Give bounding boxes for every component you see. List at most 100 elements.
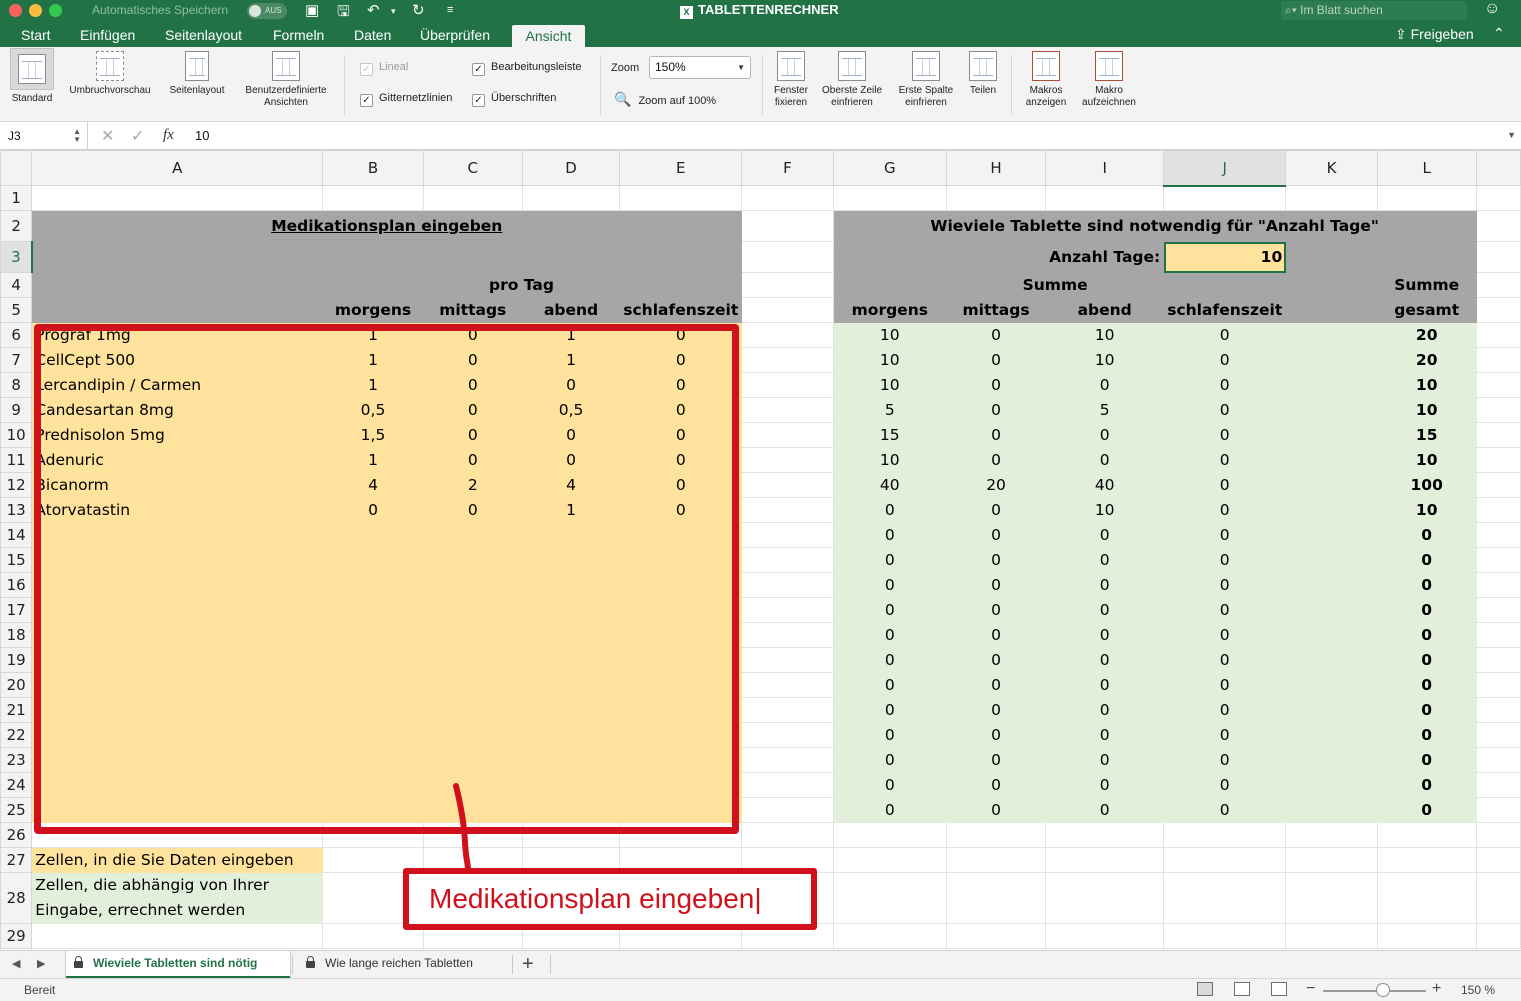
bearbeitungsleiste-checkbox[interactable]: ✓ Bearbeitungsleiste	[472, 61, 582, 76]
empty-cell[interactable]	[832, 847, 947, 873]
empty-cell[interactable]	[1045, 847, 1165, 873]
empty-cell[interactable]	[31, 923, 324, 949]
empty-cell[interactable]	[945, 185, 1047, 211]
empty-cell[interactable]	[322, 822, 424, 848]
column-header[interactable]	[1475, 150, 1521, 186]
dose-cell[interactable]: 1	[322, 447, 424, 473]
sum-cell[interactable]: 0	[1045, 747, 1165, 773]
sum-cell[interactable]: 0	[945, 322, 1047, 348]
column-label[interactable]: morgens	[832, 297, 947, 323]
sum-cell[interactable]: 0	[1163, 572, 1287, 598]
dose-cell[interactable]: 1	[322, 372, 424, 398]
empty-cell[interactable]	[1285, 372, 1378, 398]
sum-cell[interactable]: 10	[832, 447, 947, 473]
empty-cell[interactable]	[741, 397, 834, 423]
dose-cell[interactable]: 0	[619, 372, 743, 398]
sheet-tab[interactable]: Wie lange reichen Tabletten	[298, 951, 513, 978]
empty-cell[interactable]	[1285, 472, 1378, 498]
row-header[interactable]: 24	[0, 772, 33, 798]
empty-cell[interactable]	[1475, 572, 1521, 598]
column-label[interactable]: morgens	[322, 297, 424, 323]
empty-cell[interactable]	[1475, 472, 1521, 498]
next-sheet-icon[interactable]: ▶	[37, 957, 45, 970]
sum-cell[interactable]: 0	[1163, 697, 1287, 723]
dose-cell[interactable]: 0	[422, 322, 523, 348]
sum-cell[interactable]: 0	[1045, 447, 1165, 473]
zoom-out-icon[interactable]: −	[1306, 980, 1315, 998]
row-header[interactable]: 6	[0, 322, 33, 348]
empty-cell[interactable]	[31, 597, 324, 623]
empty-cell[interactable]	[741, 672, 834, 698]
empty-cell[interactable]	[422, 647, 523, 673]
dose-cell[interactable]: 0	[619, 322, 743, 348]
minimize-window-button[interactable]	[29, 4, 42, 17]
sum-cell[interactable]: 10	[832, 322, 947, 348]
dose-cell[interactable]: 0	[322, 497, 424, 523]
empty-cell[interactable]	[1475, 822, 1521, 848]
empty-cell[interactable]	[741, 210, 834, 242]
zoom-slider-handle[interactable]	[1376, 983, 1390, 997]
empty-cell[interactable]	[422, 185, 523, 211]
medication-name[interactable]: Prograf 1mg	[31, 322, 324, 348]
sum-cell[interactable]: 0	[1045, 422, 1165, 448]
sum-cell[interactable]: 20	[945, 472, 1047, 498]
empty-cell[interactable]	[619, 722, 743, 748]
sum-cell[interactable]: 0	[1045, 697, 1165, 723]
row-header[interactable]: 23	[0, 747, 33, 773]
empty-cell[interactable]	[832, 923, 947, 949]
empty-cell[interactable]	[1475, 497, 1521, 523]
row-header[interactable]: 21	[0, 697, 33, 723]
sum-cell[interactable]: 10	[1045, 347, 1165, 373]
collapse-ribbon-icon[interactable]: ⌃	[1493, 25, 1505, 42]
empty-cell[interactable]	[832, 872, 947, 924]
row-header[interactable]: 13	[0, 497, 33, 523]
row-header[interactable]: 1	[0, 185, 33, 211]
empty-cell[interactable]	[741, 772, 834, 798]
column-label[interactable]: abend	[1045, 297, 1165, 323]
empty-cell[interactable]	[832, 185, 947, 211]
empty-cell[interactable]	[741, 497, 834, 523]
row-header[interactable]: 17	[0, 597, 33, 623]
total-cell[interactable]: 15	[1376, 422, 1477, 448]
empty-cell[interactable]	[31, 797, 324, 823]
sum-cell[interactable]: 0	[945, 547, 1047, 573]
empty-cell[interactable]	[1475, 772, 1521, 798]
empty-cell[interactable]	[741, 522, 834, 548]
empty-cell[interactable]	[31, 572, 324, 598]
empty-cell[interactable]	[1475, 547, 1521, 573]
sum-cell[interactable]: 0	[1045, 522, 1165, 548]
sum-cell[interactable]: 0	[945, 497, 1047, 523]
dose-cell[interactable]: 0	[422, 497, 523, 523]
sum-cell[interactable]: 0	[832, 697, 947, 723]
column-label[interactable]: mittags	[945, 297, 1047, 323]
dose-cell[interactable]: 1	[322, 322, 424, 348]
sum-cell[interactable]: 0	[945, 522, 1047, 548]
row-header[interactable]: 28	[0, 872, 33, 924]
tab-formeln[interactable]: Formeln	[273, 27, 324, 43]
dose-cell[interactable]: 1	[521, 347, 621, 373]
dose-cell[interactable]: 4	[521, 472, 621, 498]
empty-cell[interactable]	[521, 597, 621, 623]
row-header[interactable]: 25	[0, 797, 33, 823]
pro-tag-label[interactable]: pro Tag	[422, 272, 621, 298]
empty-cell[interactable]	[1376, 822, 1477, 848]
sum-cell[interactable]: 0	[1045, 672, 1165, 698]
empty-cell[interactable]	[1475, 297, 1521, 323]
total-cell[interactable]: 0	[1376, 722, 1477, 748]
empty-cell[interactable]	[1475, 847, 1521, 873]
freeze-top-row-button[interactable]: Oberste Zeile einfrieren	[814, 51, 890, 109]
row-header[interactable]: 22	[0, 722, 33, 748]
empty-cell[interactable]	[1285, 241, 1378, 273]
empty-cell[interactable]	[741, 472, 834, 498]
row-header[interactable]: 29	[0, 923, 33, 949]
empty-cell[interactable]	[741, 322, 834, 348]
empty-cell[interactable]	[741, 622, 834, 648]
empty-cell[interactable]	[322, 672, 424, 698]
empty-cell[interactable]	[1475, 722, 1521, 748]
sum-cell[interactable]: 40	[1045, 472, 1165, 498]
empty-cell[interactable]	[521, 747, 621, 773]
dose-cell[interactable]: 0	[422, 372, 523, 398]
sum-cell[interactable]: 0	[945, 647, 1047, 673]
empty-cell[interactable]	[1376, 847, 1477, 873]
empty-cell[interactable]	[31, 822, 324, 848]
